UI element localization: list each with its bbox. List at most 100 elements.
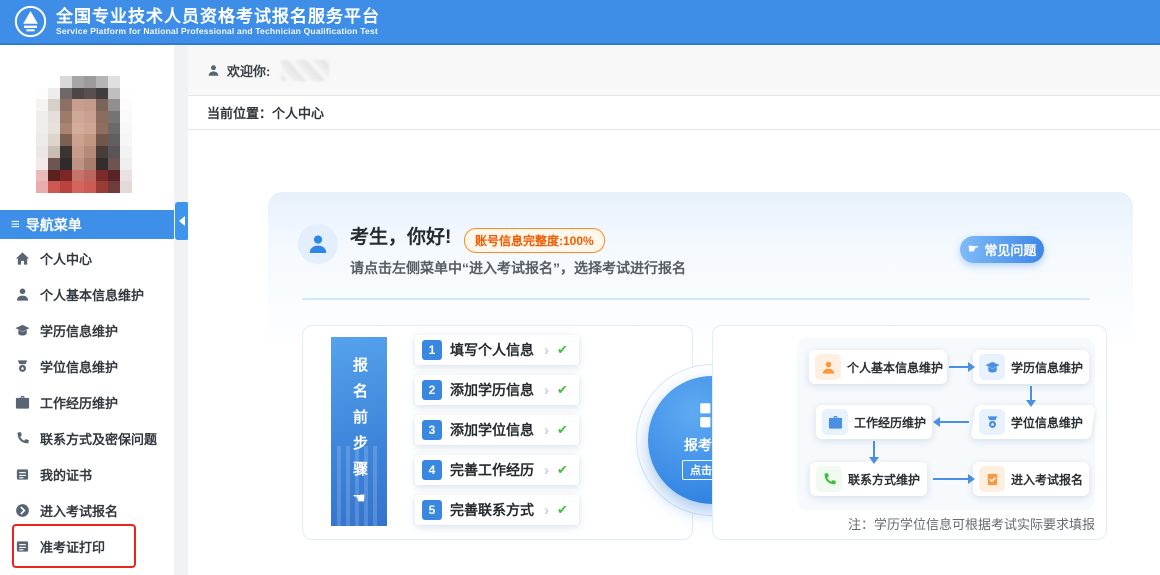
sidebar-item-label: 个人基本信息维护 [40,285,144,304]
graduation-cap-icon [979,354,1005,380]
flow-node-basic-info[interactable]: 个人基本信息维护 [809,350,947,384]
chevron-right-icon: › [544,462,549,479]
user-icon [307,233,329,255]
arrow-down-icon [1030,386,1032,401]
degree-medal-icon [979,409,1005,435]
flow-node-label: 进入考试报名 [1011,471,1083,488]
app-root: 全国专业技术人员资格考试报名服务平台 Service Platform for … [0,0,1160,575]
step-number: 3 [422,420,442,440]
graduation-cap-icon [15,323,30,338]
arrow-right-icon [949,366,969,368]
main-content: 考生，你好! 账号信息完整度:100% 请点击左侧菜单中“进入考试报名”，选择考… [188,130,1160,575]
step-label: 添加学历信息 [450,380,534,400]
flow-node-label: 联系方式维护 [848,471,920,488]
step-number: 1 [422,340,442,360]
degree-medal-icon [15,359,30,374]
pre-registration-steps-panel: 报名前步骤 ☚ 1 填写个人信息 › ✔ 2 添加学历信息 › ✔ 3 [302,325,693,540]
greeting-title: 考生，你好! [350,222,451,249]
check-icon: ✔ [557,343,568,358]
chevron-right-icon: › [544,422,549,439]
platform-title: 全国专业技术人员资格考试报名服务平台 [56,7,380,26]
sidebar-item-contact-security[interactable]: 联系方式及密保问题 [0,420,174,456]
flow-node-label: 学位信息维护 [1011,414,1083,431]
cpta-emblem-icon [14,5,47,38]
sidebar-item-admission-ticket-print[interactable]: 准考证打印 [0,528,174,564]
sidebar-item-basic-info[interactable]: 个人基本信息维护 [0,276,174,312]
user-name-blurred [281,60,329,81]
step-complete-contact-info[interactable]: 5 完善联系方式 › ✔ [415,495,579,525]
greeting-subtitle: 请点击左侧菜单中“进入考试报名”，选择考试进行报名 [350,258,686,278]
chevron-right-icon: › [544,502,549,519]
chevron-right-icon: › [544,342,549,359]
flow-node-label: 个人基本信息维护 [847,359,943,376]
step-label: 完善工作经历 [450,460,534,480]
chevron-right-icon: › [544,382,549,399]
sidebar-item-label: 个人中心 [40,249,92,268]
faq-button[interactable]: ☛ 常见问题 [960,236,1044,263]
arrow-down-icon [873,441,875,458]
check-icon: ✔ [557,463,568,478]
sidebar-item-degree-info[interactable]: 学位信息维护 [0,348,174,384]
sidebar-item-my-certificates[interactable]: 我的证书 [0,456,174,492]
sidebar-gutter [174,45,188,575]
briefcase-icon [15,395,30,410]
check-icon: ✔ [557,503,568,518]
sidebar-item-personal-center[interactable]: 个人中心 [0,240,174,276]
step-label: 填写个人信息 [450,340,534,360]
steps-side-label: 报名前步骤 [331,357,387,487]
sidebar-item-label: 准考证打印 [40,537,105,556]
step-label: 添加学位信息 [450,420,534,440]
pointing-hand-icon: ☛ [968,242,980,257]
arrow-left-icon [939,421,969,423]
maintenance-flow-panel: 个人基本信息维护 学历信息维护 工作经历维护 [712,325,1107,540]
sidebar: ≡ 导航菜单 个人中心 个人基本信息维护 学历信息维护 学位信息维护 工作经历维… [0,45,174,575]
platform-subtitle: Service Platform for National Profession… [56,26,380,36]
print-ticket-icon [15,539,30,554]
check-icon: ✔ [557,383,568,398]
check-icon: ✔ [557,423,568,438]
user-icon [207,64,220,77]
account-completeness-badge: 账号信息完整度:100% [464,228,605,253]
arrow-right-icon [933,478,969,480]
sidebar-item-work-experience[interactable]: 工作经历维护 [0,384,174,420]
sidebar-item-label: 学位信息维护 [40,357,118,376]
flow-node-degree-info[interactable]: 学位信息维护 [971,405,1096,439]
user-icon [15,287,30,302]
flow-node-enter-exam-registration[interactable]: 进入考试报名 [973,462,1089,496]
sidebar-item-enter-exam-registration[interactable]: 进入考试报名 [0,492,174,528]
clipboard-check-icon [979,466,1005,492]
home-icon [15,251,30,266]
step-number: 5 [422,500,442,520]
faq-button-label: 常见问题 [984,240,1036,259]
step-fill-personal-info[interactable]: 1 填写个人信息 › ✔ [415,335,579,365]
steps-side-banner: 报名前步骤 ☚ [331,337,387,526]
sidebar-item-label: 工作经历维护 [40,393,118,412]
flow-node-label: 学历信息维护 [1011,359,1083,376]
flow-node-contact-info[interactable]: 联系方式维护 [810,462,927,496]
welcome-bar: 欢迎你: [188,45,1160,96]
flow-node-work-experience[interactable]: 工作经历维护 [816,405,932,439]
nav-menu-header[interactable]: ≡ 导航菜单 [0,210,174,239]
phone-icon [15,431,30,446]
sidebar-item-label: 我的证书 [40,465,92,484]
briefcase-icon [822,409,848,435]
sidebar-item-education-info[interactable]: 学历信息维护 [0,312,174,348]
sidebar-item-label: 联系方式及密保问题 [40,429,157,448]
sidebar-collapse-button[interactable] [175,202,189,240]
step-add-degree-info[interactable]: 3 添加学位信息 › ✔ [415,415,579,445]
enter-arrow-icon [15,503,30,518]
flow-node-label: 工作经历维护 [854,414,926,431]
welcome-label: 欢迎你: [227,61,270,80]
breadcrumb-text: 当前位置：个人中心 [207,103,324,122]
phone-icon [816,466,842,492]
breadcrumb: 当前位置：个人中心 [188,96,1160,130]
hamburger-icon: ≡ [11,216,20,233]
step-add-education-info[interactable]: 2 添加学历信息 › ✔ [415,375,579,405]
step-complete-work-experience[interactable]: 4 完善工作经历 › ✔ [415,455,579,485]
certificate-icon [15,467,30,482]
flow-node-education-info[interactable]: 学历信息维护 [973,350,1089,384]
sidebar-item-label: 学历信息维护 [40,321,118,340]
user-photo-blurred [36,76,132,193]
flow-note: 注：学历学位信息可根据考试实际要求填报 [713,514,1095,533]
pointing-hand-icon: ☚ [352,489,365,507]
